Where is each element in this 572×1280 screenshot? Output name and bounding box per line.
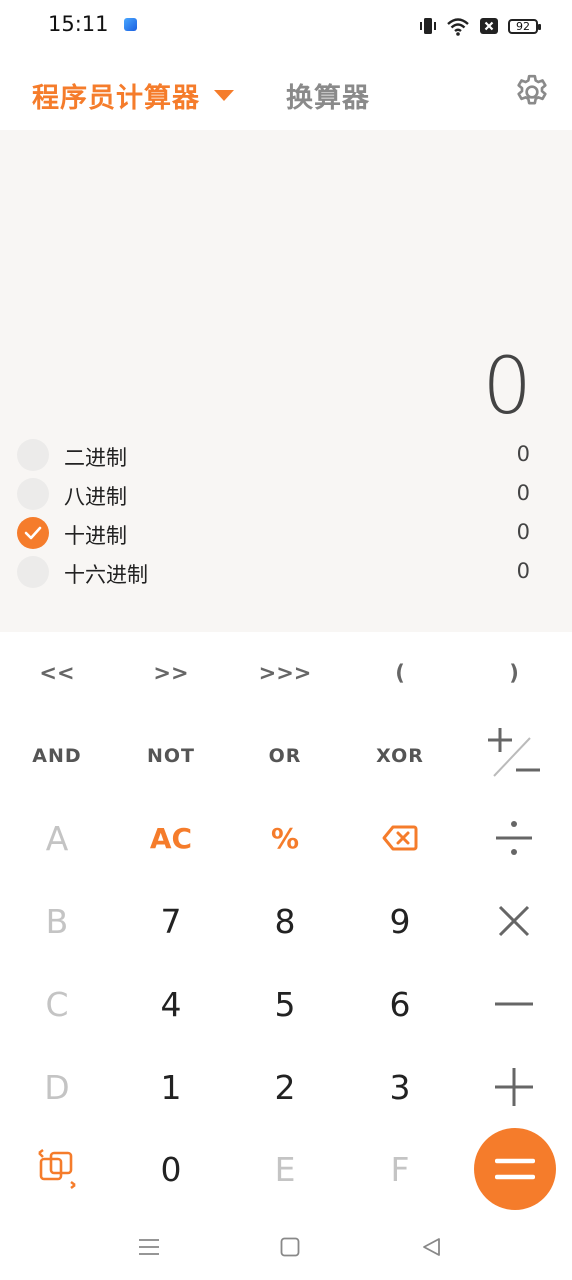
- hex-e-button[interactable]: E: [228, 1128, 342, 1210]
- right-shift-button[interactable]: >>: [114, 632, 228, 714]
- status-icons: 92: [419, 13, 541, 39]
- multiply-icon: [498, 905, 530, 937]
- top-bar: 程序员计算器 换算器: [0, 60, 572, 126]
- battery-icon: 92: [508, 18, 541, 34]
- settings-button[interactable]: [512, 72, 552, 112]
- mode-title: 程序员计算器: [32, 83, 200, 114]
- hex-d-button[interactable]: D: [0, 1046, 114, 1128]
- unsigned-right-shift-button[interactable]: >>>: [228, 632, 342, 714]
- hex-a-button[interactable]: A: [0, 797, 114, 879]
- equals-button[interactable]: [474, 1128, 556, 1210]
- and-button[interactable]: AND: [0, 715, 114, 797]
- digit-1-button[interactable]: 1: [114, 1046, 228, 1128]
- hex-f-button[interactable]: F: [343, 1128, 457, 1210]
- wifi-icon: [446, 16, 470, 36]
- result-display: 0 二进制 0 八进制 0 十进制 0 十六进制 0: [0, 130, 572, 632]
- not-button[interactable]: NOT: [114, 715, 228, 797]
- gear-icon: [517, 74, 547, 105]
- minus-button[interactable]: [457, 963, 571, 1045]
- converter-tab[interactable]: 换算器: [286, 76, 370, 115]
- base-value: 0: [516, 442, 530, 466]
- radio-binary[interactable]: [17, 439, 49, 471]
- divide-button[interactable]: [457, 797, 571, 879]
- swap-icon: [38, 1149, 76, 1189]
- digit-7-button[interactable]: 7: [114, 880, 228, 962]
- digit-2-button[interactable]: 2: [228, 1046, 342, 1128]
- home-button[interactable]: [275, 1232, 305, 1262]
- base-label: 二进制: [64, 446, 127, 470]
- digit-5-button[interactable]: 5: [228, 963, 342, 1045]
- base-row-octal[interactable]: 八进制 0: [0, 475, 572, 513]
- base-row-decimal[interactable]: 十进制 0: [0, 514, 572, 552]
- base-row-binary[interactable]: 二进制 0: [0, 436, 572, 474]
- hex-c-button[interactable]: C: [0, 963, 114, 1045]
- base-value: 0: [516, 481, 530, 505]
- plus-icon: [495, 1068, 533, 1106]
- digit-4-button[interactable]: 4: [114, 963, 228, 1045]
- backspace-icon: [382, 825, 418, 851]
- base-label: 八进制: [64, 485, 127, 509]
- digit-0-button[interactable]: 0: [114, 1128, 228, 1210]
- radio-hex[interactable]: [17, 556, 49, 588]
- battery-level: 92: [516, 19, 530, 33]
- xor-button[interactable]: XOR: [343, 715, 457, 797]
- status-time: 15:11: [48, 12, 109, 36]
- base-label: 十进制: [64, 524, 127, 548]
- no-sim-icon: [479, 17, 499, 35]
- back-icon: [423, 1238, 440, 1256]
- menu-icon: [139, 1239, 159, 1255]
- backspace-button[interactable]: [343, 797, 457, 879]
- digit-3-button[interactable]: 3: [343, 1046, 457, 1128]
- base-value: 0: [516, 559, 530, 583]
- recent-apps-button[interactable]: [134, 1232, 164, 1262]
- radio-octal[interactable]: [17, 478, 49, 510]
- or-button[interactable]: OR: [228, 715, 342, 797]
- home-icon: [280, 1237, 300, 1257]
- base-value: 0: [516, 520, 530, 544]
- base-label: 十六进制: [64, 563, 148, 587]
- main-result-value: 0: [482, 342, 532, 432]
- radio-decimal[interactable]: [17, 517, 49, 549]
- open-paren-button[interactable]: (: [343, 632, 457, 714]
- vibrate-icon: [419, 16, 437, 36]
- percent-button[interactable]: %: [228, 797, 342, 879]
- swap-button[interactable]: [0, 1128, 114, 1210]
- close-paren-button[interactable]: ): [457, 632, 571, 714]
- status-bar: 15:11 92: [0, 0, 572, 52]
- digit-9-button[interactable]: 9: [343, 880, 457, 962]
- left-shift-button[interactable]: <<: [0, 632, 114, 714]
- digit-8-button[interactable]: 8: [228, 880, 342, 962]
- digit-6-button[interactable]: 6: [343, 963, 457, 1045]
- plus-button[interactable]: [457, 1046, 571, 1128]
- mode-selector-tab[interactable]: 程序员计算器: [32, 76, 234, 115]
- back-button[interactable]: [416, 1232, 446, 1262]
- plus-minus-icon: [488, 728, 540, 777]
- equals-icon: [495, 1158, 535, 1180]
- plus-minus-button[interactable]: [457, 715, 571, 797]
- divide-icon: [496, 821, 532, 855]
- all-clear-button[interactable]: AC: [114, 797, 228, 879]
- multiply-button[interactable]: [457, 880, 571, 962]
- minus-icon: [495, 1002, 533, 1006]
- hex-b-button[interactable]: B: [0, 880, 114, 962]
- dropdown-arrow-icon: [214, 90, 234, 101]
- app-notification-icon: [124, 18, 137, 31]
- check-icon: [24, 526, 42, 540]
- system-nav-bar: [0, 1218, 572, 1280]
- base-row-hex[interactable]: 十六进制 0: [0, 553, 572, 591]
